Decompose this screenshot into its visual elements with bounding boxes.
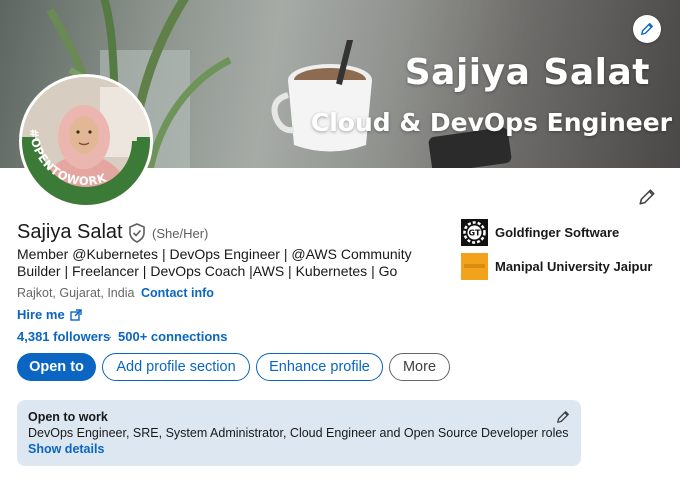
company-goldfinger[interactable]: GT Goldfinger Software xyxy=(461,219,619,246)
mug-graphic xyxy=(271,40,372,152)
goldfinger-logo: GT xyxy=(461,219,488,246)
show-details-link[interactable]: Show details xyxy=(28,442,570,456)
gear-logo-icon: GT xyxy=(463,221,486,244)
separator-dot: · xyxy=(108,329,113,344)
opentowork-frame: #OPENTOWORK xyxy=(22,128,150,205)
edit-intro-button[interactable] xyxy=(636,186,658,208)
banner-edit-button[interactable] xyxy=(633,15,661,43)
hire-me-link[interactable]: Hire me xyxy=(17,307,82,322)
banner-title-text: Cloud & DevOps Engineer xyxy=(310,108,672,137)
open-to-button[interactable]: Open to xyxy=(17,353,96,381)
profile-photo-button[interactable]: #OPENTOWORK xyxy=(19,74,153,208)
pencil-icon xyxy=(557,411,569,423)
add-profile-section-button[interactable]: Add profile section xyxy=(102,353,250,381)
profile-name: Sajiya Salat xyxy=(17,221,123,243)
pencil-icon xyxy=(639,189,655,205)
banner-name-text: Sajiya Salat xyxy=(404,52,650,93)
pencil-icon xyxy=(641,23,653,35)
hire-me-label: Hire me xyxy=(17,307,65,322)
external-link-icon xyxy=(70,308,82,321)
company-name: Goldfinger Software xyxy=(495,225,620,240)
enhance-profile-button[interactable]: Enhance profile xyxy=(256,353,383,381)
school-name: Manipal University Jaipur xyxy=(495,259,653,274)
open-to-work-roles: DevOps Engineer, SRE, System Administrat… xyxy=(28,426,569,440)
connections-link[interactable]: 500+ connections xyxy=(118,329,227,344)
goldfinger-logo-text: GT xyxy=(469,229,481,238)
profile-headline: Member @Kubernetes | DevOps Engineer | @… xyxy=(17,246,412,279)
pronouns: (She/Her) xyxy=(152,226,209,241)
avatar: #OPENTOWORK xyxy=(22,77,150,205)
contact-info-link[interactable]: Contact info xyxy=(141,286,214,300)
open-to-work-card[interactable]: Open to work DevOps Engineer, SRE, Syste… xyxy=(17,400,581,466)
edit-open-to-work-button[interactable] xyxy=(556,410,572,426)
profile-location: Rajkot, Gujarat, India xyxy=(17,286,135,300)
university-logo-icon xyxy=(464,264,485,268)
school-manipal[interactable]: Manipal University Jaipur xyxy=(461,253,653,280)
more-button[interactable]: More xyxy=(389,353,450,381)
manipal-logo xyxy=(461,253,488,280)
open-to-work-title: Open to work xyxy=(28,410,108,424)
followers-link[interactable]: 4,381 followers xyxy=(17,329,110,344)
shield-check-icon[interactable] xyxy=(128,223,146,243)
